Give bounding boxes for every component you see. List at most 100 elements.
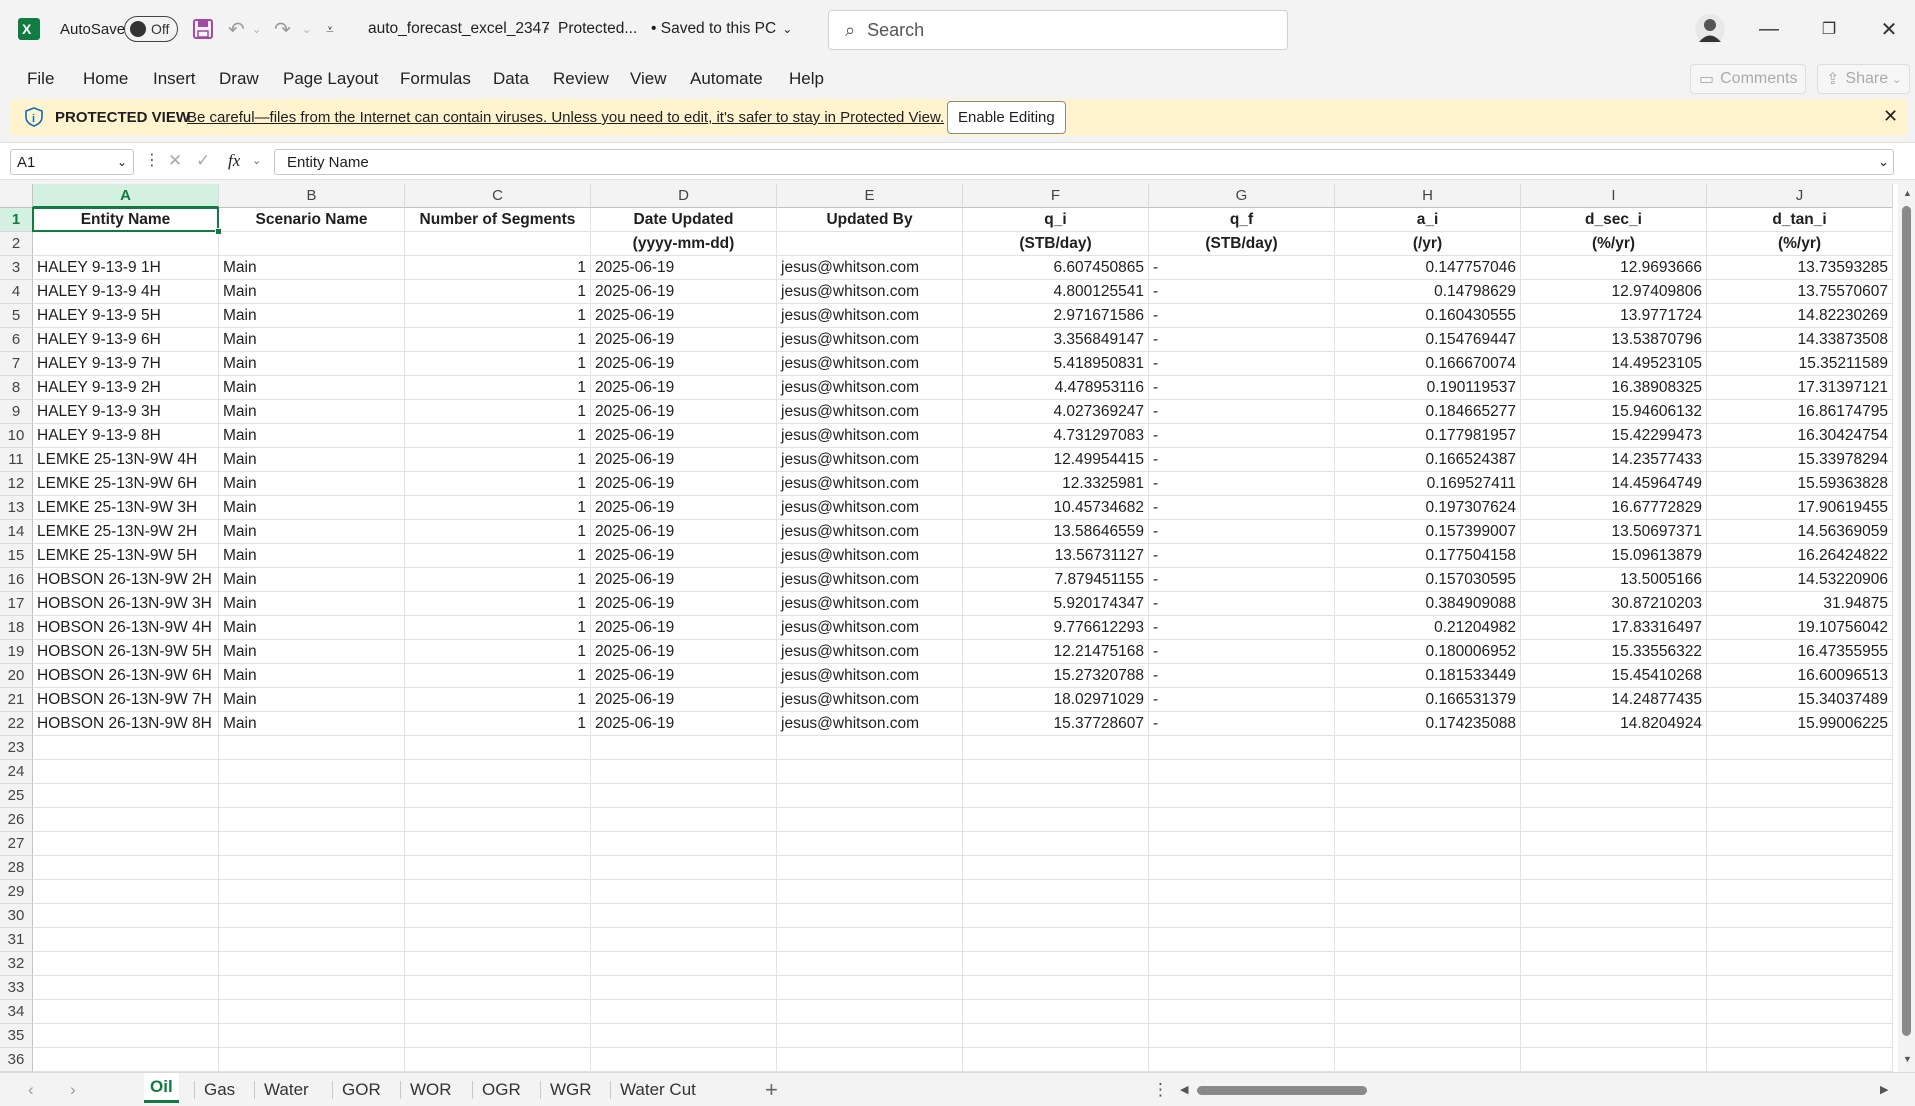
row-header[interactable]: 6 (0, 328, 33, 352)
cell-d32[interactable] (591, 952, 777, 976)
cell-f16[interactable]: 7.879451155 (963, 568, 1149, 592)
menu-view[interactable]: View (630, 58, 667, 100)
cell-e1[interactable]: Updated By (777, 208, 963, 232)
cell-c13[interactable]: 1 (405, 496, 591, 520)
cell-h19[interactable]: 0.180006952 (1335, 640, 1521, 664)
cell-g8[interactable]: - (1149, 376, 1335, 400)
cell-h25[interactable] (1335, 784, 1521, 808)
cell-c35[interactable] (405, 1024, 591, 1048)
cell-e23[interactable] (777, 736, 963, 760)
cell-c1[interactable]: Number of Segments (405, 208, 591, 232)
cell-g2[interactable]: (STB/day) (1149, 232, 1335, 256)
cell-j17[interactable]: 31.94875 (1707, 592, 1893, 616)
cell-e20[interactable]: jesus@whitson.com (777, 664, 963, 688)
cell-e2[interactable] (777, 232, 963, 256)
cell-a24[interactable] (33, 760, 219, 784)
cell-a23[interactable] (33, 736, 219, 760)
menu-page-layout[interactable]: Page Layout (283, 58, 378, 100)
cell-j19[interactable]: 16.47355955 (1707, 640, 1893, 664)
cell-a18[interactable]: HOBSON 26-13N-9W 4H (33, 616, 219, 640)
cell-d26[interactable] (591, 808, 777, 832)
cell-e15[interactable]: jesus@whitson.com (777, 544, 963, 568)
cell-e27[interactable] (777, 832, 963, 856)
cell-f8[interactable]: 4.478953116 (963, 376, 1149, 400)
cell-b35[interactable] (219, 1024, 405, 1048)
cell-j13[interactable]: 17.90619455 (1707, 496, 1893, 520)
cell-a14[interactable]: LEMKE 25-13N-9W 2H (33, 520, 219, 544)
protected-view-message-link[interactable]: Be careful—files from the Internet can c… (187, 109, 944, 126)
cell-c29[interactable] (405, 880, 591, 904)
cell-g5[interactable]: - (1149, 304, 1335, 328)
cell-g13[interactable]: - (1149, 496, 1335, 520)
cell-i30[interactable] (1521, 904, 1707, 928)
cell-g27[interactable] (1149, 832, 1335, 856)
cell-g14[interactable]: - (1149, 520, 1335, 544)
cell-f13[interactable]: 10.45734682 (963, 496, 1149, 520)
cell-h35[interactable] (1335, 1024, 1521, 1048)
cell-h11[interactable]: 0.166524387 (1335, 448, 1521, 472)
row-header[interactable]: 31 (0, 928, 33, 952)
cell-j26[interactable] (1707, 808, 1893, 832)
cell-f34[interactable] (963, 1000, 1149, 1024)
cell-e7[interactable]: jesus@whitson.com (777, 352, 963, 376)
autosave-toggle[interactable]: Off (124, 0, 178, 58)
cell-a30[interactable] (33, 904, 219, 928)
sheet-tab-wor[interactable]: WOR (410, 1073, 452, 1106)
cell-e16[interactable]: jesus@whitson.com (777, 568, 963, 592)
cell-b10[interactable]: Main (219, 424, 405, 448)
cell-a5[interactable]: HALEY 9-13-9 5H (33, 304, 219, 328)
cell-e11[interactable]: jesus@whitson.com (777, 448, 963, 472)
cell-b9[interactable]: Main (219, 400, 405, 424)
cell-g29[interactable] (1149, 880, 1335, 904)
cell-e19[interactable]: jesus@whitson.com (777, 640, 963, 664)
cell-i10[interactable]: 15.42299473 (1521, 424, 1707, 448)
cell-a16[interactable]: HOBSON 26-13N-9W 2H (33, 568, 219, 592)
next-sheet-icon[interactable]: › (70, 1073, 76, 1106)
cell-c34[interactable] (405, 1000, 591, 1024)
cell-f17[interactable]: 5.920174347 (963, 592, 1149, 616)
cell-i2[interactable]: (%/yr) (1521, 232, 1707, 256)
cell-g33[interactable] (1149, 976, 1335, 1000)
cell-i32[interactable] (1521, 952, 1707, 976)
more-options-icon[interactable]: ⋮ (144, 150, 160, 170)
cell-e32[interactable] (777, 952, 963, 976)
cell-f31[interactable] (963, 928, 1149, 952)
cell-e10[interactable]: jesus@whitson.com (777, 424, 963, 448)
cell-c3[interactable]: 1 (405, 256, 591, 280)
scroll-up-icon[interactable]: ▲ (1903, 188, 1912, 198)
cell-d4[interactable]: 2025-06-19 (591, 280, 777, 304)
cell-d2[interactable]: (yyyy-mm-dd) (591, 232, 777, 256)
cell-b24[interactable] (219, 760, 405, 784)
cell-h2[interactable]: (/yr) (1335, 232, 1521, 256)
cell-c11[interactable]: 1 (405, 448, 591, 472)
row-header[interactable]: 17 (0, 592, 33, 616)
cell-b18[interactable]: Main (219, 616, 405, 640)
cell-g3[interactable]: - (1149, 256, 1335, 280)
cell-i6[interactable]: 13.53870796 (1521, 328, 1707, 352)
cell-b5[interactable]: Main (219, 304, 405, 328)
cell-i23[interactable] (1521, 736, 1707, 760)
cell-a27[interactable] (33, 832, 219, 856)
cell-e12[interactable]: jesus@whitson.com (777, 472, 963, 496)
cell-d10[interactable]: 2025-06-19 (591, 424, 777, 448)
cell-a35[interactable] (33, 1024, 219, 1048)
cell-b7[interactable]: Main (219, 352, 405, 376)
cell-e5[interactable]: jesus@whitson.com (777, 304, 963, 328)
cell-c15[interactable]: 1 (405, 544, 591, 568)
cell-f29[interactable] (963, 880, 1149, 904)
cell-i3[interactable]: 12.9693666 (1521, 256, 1707, 280)
cell-j6[interactable]: 14.33873508 (1707, 328, 1893, 352)
cell-d25[interactable] (591, 784, 777, 808)
cell-b2[interactable] (219, 232, 405, 256)
select-all-corner[interactable] (0, 184, 33, 208)
cell-a34[interactable] (33, 1000, 219, 1024)
cell-d15[interactable]: 2025-06-19 (591, 544, 777, 568)
cell-f36[interactable] (963, 1048, 1149, 1072)
cell-i26[interactable] (1521, 808, 1707, 832)
more-options-icon[interactable]: ⋮ (1152, 1073, 1169, 1106)
cell-a25[interactable] (33, 784, 219, 808)
cell-b32[interactable] (219, 952, 405, 976)
cell-h5[interactable]: 0.160430555 (1335, 304, 1521, 328)
cell-a32[interactable] (33, 952, 219, 976)
add-sheet-icon[interactable]: + (765, 1073, 778, 1106)
